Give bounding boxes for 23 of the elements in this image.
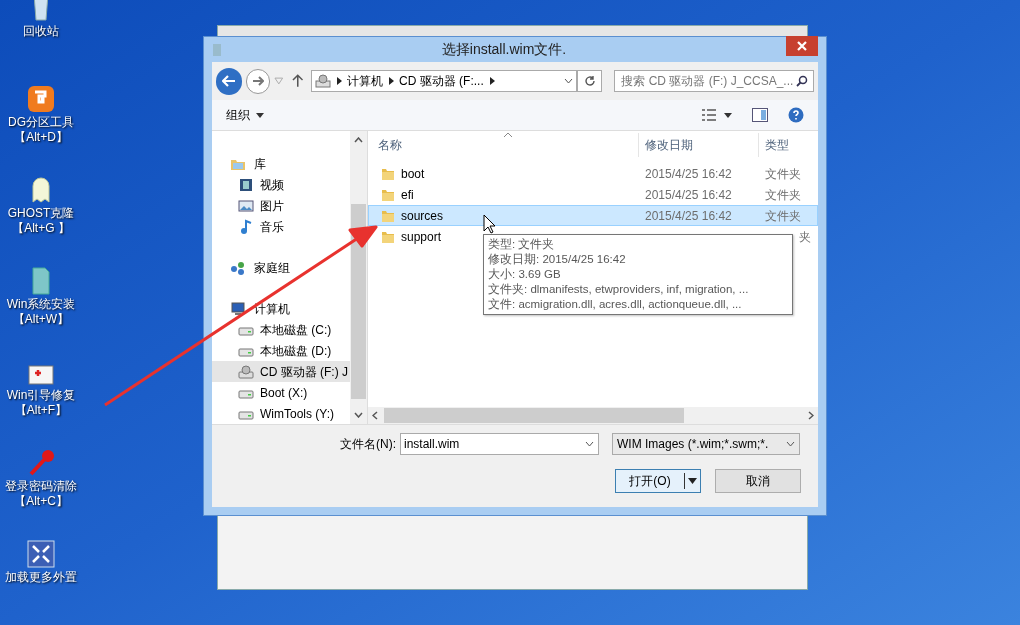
window-title: 选择install.wim文件.	[440, 40, 568, 59]
file-type: 文件夹	[765, 208, 801, 223]
shortcut-label: 【Alt+D】	[14, 130, 68, 145]
shortcut-label: 【Alt+W】	[12, 312, 70, 327]
tooltip-line: 修改日期: 2015/4/25 16:42	[488, 252, 627, 267]
tooltip-line: 文件: acmigration.dll, acres.dll, actionqueue.dll, ...	[488, 297, 743, 312]
file-type: 夹	[799, 229, 811, 244]
tooltip-line: 文件夹: dlmanifests, etwproviders, inf, migration, ...	[488, 282, 750, 297]
file-name: boot	[401, 165, 425, 183]
file-date: 2015/4/25 16:42	[645, 208, 732, 223]
file-type: 文件夹	[765, 166, 801, 181]
filename-label: 文件名(N):	[340, 436, 396, 453]
tooltip-line: 类型: 文件夹	[488, 237, 556, 252]
shortcut-label: 【Alt+C】	[14, 494, 68, 509]
shortcut-label: 【Alt+F】	[14, 403, 68, 418]
file-date: 2015/4/25 16:42	[645, 166, 732, 181]
tooltip-line: 大小: 3.69 GB	[488, 267, 562, 282]
file-type: 文件夹	[765, 187, 801, 202]
file-name: efi	[401, 186, 414, 204]
file-name: sources	[401, 207, 444, 225]
shortcut-label: 【Alt+G 】	[12, 221, 70, 236]
file-date: 2015/4/25 16:42	[645, 187, 732, 202]
file-name: support	[401, 228, 442, 246]
